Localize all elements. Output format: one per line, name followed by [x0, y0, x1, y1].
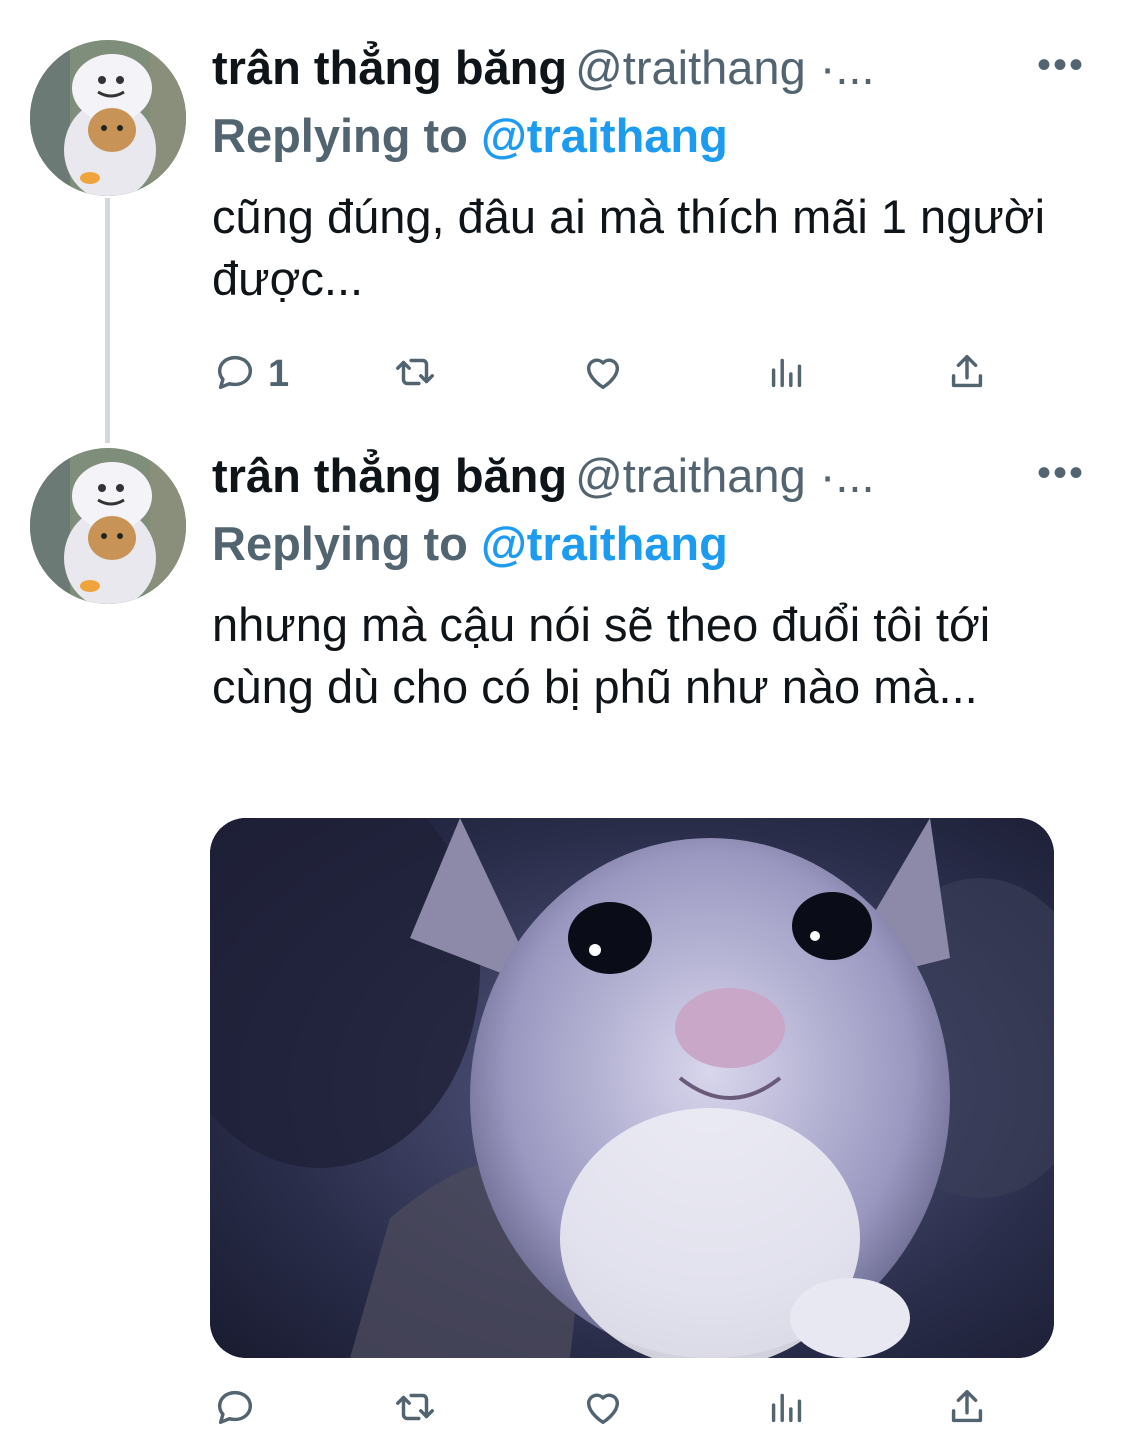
author-name[interactable]: trân thẳng băng: [212, 449, 567, 502]
tweet-text: cũng đúng, đâu ai mà thích mãi 1 người đ…: [212, 190, 1046, 305]
retweet-icon: [392, 1384, 438, 1435]
like-button[interactable]: [580, 346, 626, 402]
author-name[interactable]: trân thẳng băng: [212, 41, 567, 94]
like-icon: [580, 349, 626, 400]
replying-to: Replying to @traithang: [212, 516, 728, 571]
tweet-header: trân thẳng băng @traithang ·... •••: [212, 40, 1085, 100]
replying-mention[interactable]: @traithang: [481, 517, 728, 570]
like-button[interactable]: [580, 1381, 626, 1437]
tweet[interactable]: trân thẳng băng @traithang ·... ••• Replyi…: [0, 40, 1125, 420]
author-handle[interactable]: @traithang: [575, 449, 806, 502]
tweet-text: nhưng mà cậu nói sẽ theo đuổi tôi tới cù…: [212, 598, 991, 713]
replying-label: Replying to: [212, 517, 468, 570]
kitten-photo: [210, 818, 1054, 1358]
retweet-button[interactable]: [392, 346, 438, 402]
analytics-icon: [764, 349, 810, 400]
share-icon: [944, 1384, 990, 1435]
avatar[interactable]: [30, 448, 186, 604]
avatar[interactable]: [30, 40, 186, 196]
more-icon[interactable]: •••: [1037, 453, 1085, 493]
share-icon: [944, 349, 990, 400]
tweet-media-image[interactable]: [210, 818, 1054, 1358]
author-handle[interactable]: @traithang: [575, 41, 806, 94]
reply-icon: [212, 1384, 258, 1435]
like-icon: [580, 1384, 626, 1435]
share-button[interactable]: [944, 1381, 990, 1437]
analytics-icon: [764, 1384, 810, 1435]
retweet-icon: [392, 349, 438, 400]
replying-to: Replying to @traithang: [212, 108, 728, 163]
tweet-header: trân thẳng băng @traithang ·... •••: [212, 448, 1085, 508]
handle-truncation: ·...: [819, 41, 875, 94]
replying-mention[interactable]: @traithang: [481, 109, 728, 162]
reply-icon: [212, 349, 258, 400]
replying-label: Replying to: [212, 109, 468, 162]
reply-count: 1: [268, 352, 290, 395]
reply-button[interactable]: [212, 1381, 268, 1437]
share-button[interactable]: [944, 346, 990, 402]
reply-button[interactable]: 1: [212, 346, 289, 402]
analytics-button[interactable]: [764, 1381, 810, 1437]
retweet-button[interactable]: [392, 1381, 438, 1437]
more-icon[interactable]: •••: [1037, 45, 1085, 85]
analytics-button[interactable]: [764, 346, 810, 402]
tweet-actions: [212, 1381, 1012, 1437]
tweet-actions: 1: [212, 346, 1012, 402]
handle-truncation: ·...: [819, 449, 875, 502]
